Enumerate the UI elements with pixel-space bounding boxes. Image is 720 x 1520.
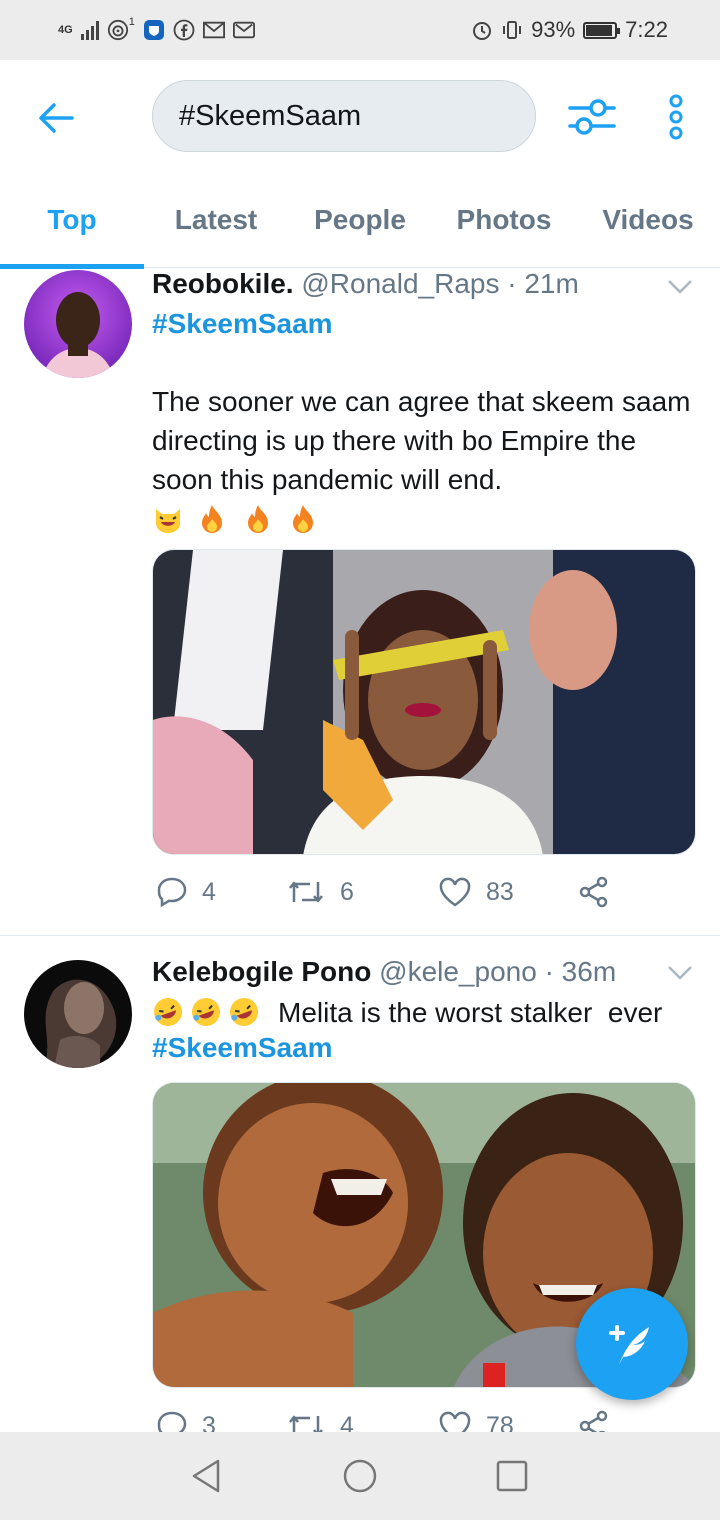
- tweet[interactable]: Reobokile. @Ronald_Raps · 21m #SkeemSaam…: [0, 268, 720, 936]
- back-button[interactable]: [36, 98, 76, 138]
- compose-tweet-button[interactable]: [576, 1288, 688, 1400]
- like-count: 83: [486, 877, 514, 906]
- retweet-button[interactable]: 6: [286, 876, 354, 908]
- signal-icon: [80, 20, 99, 40]
- hotspot-icon: [107, 19, 129, 41]
- circle-home-icon: [343, 1459, 377, 1493]
- heart-icon: [439, 877, 471, 907]
- fire-emoji: [244, 503, 276, 535]
- avatar[interactable]: [24, 270, 132, 378]
- retweet-icon: [289, 881, 323, 903]
- battery-icon: [583, 21, 621, 39]
- compose-feather-icon: [609, 1325, 649, 1365]
- clock: 7:22: [625, 17, 668, 42]
- reply-button[interactable]: 4: [156, 876, 216, 908]
- arrow-left-icon: [39, 103, 74, 133]
- reply-icon: [157, 877, 187, 908]
- square-recents-icon: [496, 1460, 528, 1492]
- nav-recents-button[interactable]: [494, 1458, 530, 1494]
- facebook-icon: [173, 19, 195, 41]
- tweet-author-handle[interactable]: @Ronald_Raps: [301, 268, 499, 299]
- sliders-icon: [568, 99, 616, 135]
- android-navigation-bar: [0, 1432, 720, 1520]
- vibrate-icon: [501, 19, 523, 41]
- tab-photos[interactable]: Photos: [432, 172, 576, 268]
- tweet-header: Kelebogile Pono @kele_pono · 36m: [152, 956, 616, 988]
- avatar[interactable]: [24, 960, 132, 1068]
- tab-top[interactable]: Top: [0, 172, 144, 268]
- mail-icon: [232, 19, 255, 41]
- triangle-back-icon: [192, 1459, 220, 1493]
- gmail-icon: [202, 19, 225, 41]
- twitter-search-screen: 4G 1 93% 7:22 #SkeemSaam Top Latest Peop…: [0, 0, 720, 1520]
- share-icon: [579, 876, 608, 908]
- chevron-down-icon[interactable]: [666, 964, 694, 982]
- rofl-emoji: [190, 996, 222, 1028]
- tab-videos[interactable]: Videos: [576, 172, 720, 268]
- more-vertical-icon: [669, 94, 683, 140]
- chevron-down-icon[interactable]: [666, 278, 694, 296]
- tab-latest[interactable]: Latest: [144, 172, 288, 268]
- status-bar: 4G 1 93% 7:22: [0, 0, 720, 60]
- tweet-hashtag[interactable]: #SkeemSaam: [152, 1032, 333, 1064]
- fire-emoji: [289, 503, 321, 535]
- tweet-actions: 4 6 83: [152, 876, 700, 916]
- tweet-header: Reobokile. @Ronald_Raps · 21m: [152, 268, 579, 300]
- search-header: #SkeemSaam: [0, 60, 720, 172]
- tweet-timestamp: · 21m: [507, 268, 579, 299]
- network-indicator: 4G: [58, 24, 73, 36]
- nav-back-button[interactable]: [188, 1458, 224, 1494]
- search-input[interactable]: #SkeemSaam: [152, 80, 536, 152]
- grinning-cat-emoji: [152, 503, 184, 535]
- tweet-author-name[interactable]: Kelebogile Pono: [152, 956, 371, 987]
- retweet-count: 6: [340, 877, 354, 906]
- tweet-timestamp: · 36m: [544, 956, 617, 987]
- search-filter-button[interactable]: [568, 96, 616, 138]
- reply-count: 4: [202, 877, 216, 906]
- tab-people[interactable]: People: [288, 172, 432, 268]
- share-button[interactable]: [578, 876, 610, 908]
- battery-percent: 93%: [531, 17, 576, 42]
- search-tabs: Top Latest People Photos Videos: [0, 172, 720, 269]
- tweet-text: The sooner we can agree that skeem saam …: [152, 386, 691, 495]
- like-button[interactable]: 83: [438, 876, 514, 908]
- tweet-text-line: Melita is the worst stalker ever: [152, 993, 700, 1032]
- fire-emoji: [198, 503, 230, 535]
- tweet-hashtag[interactable]: #SkeemSaam: [152, 308, 333, 340]
- app-notification-icon: [143, 19, 165, 41]
- rofl-emoji: [228, 996, 260, 1028]
- rofl-emoji: [152, 996, 184, 1028]
- tweet-author-name[interactable]: Reobokile.: [152, 268, 294, 299]
- tweet-emoji-line: [152, 500, 700, 540]
- tweet-image[interactable]: [152, 549, 696, 855]
- tweet-author-handle[interactable]: @kele_pono: [379, 956, 537, 987]
- alarm-icon: [471, 19, 493, 41]
- more-options-button[interactable]: [664, 94, 688, 140]
- nav-home-button[interactable]: [342, 1458, 378, 1494]
- tweet-text: Melita is the worst stalker ever: [278, 997, 663, 1028]
- sim-badge: 1: [128, 16, 135, 28]
